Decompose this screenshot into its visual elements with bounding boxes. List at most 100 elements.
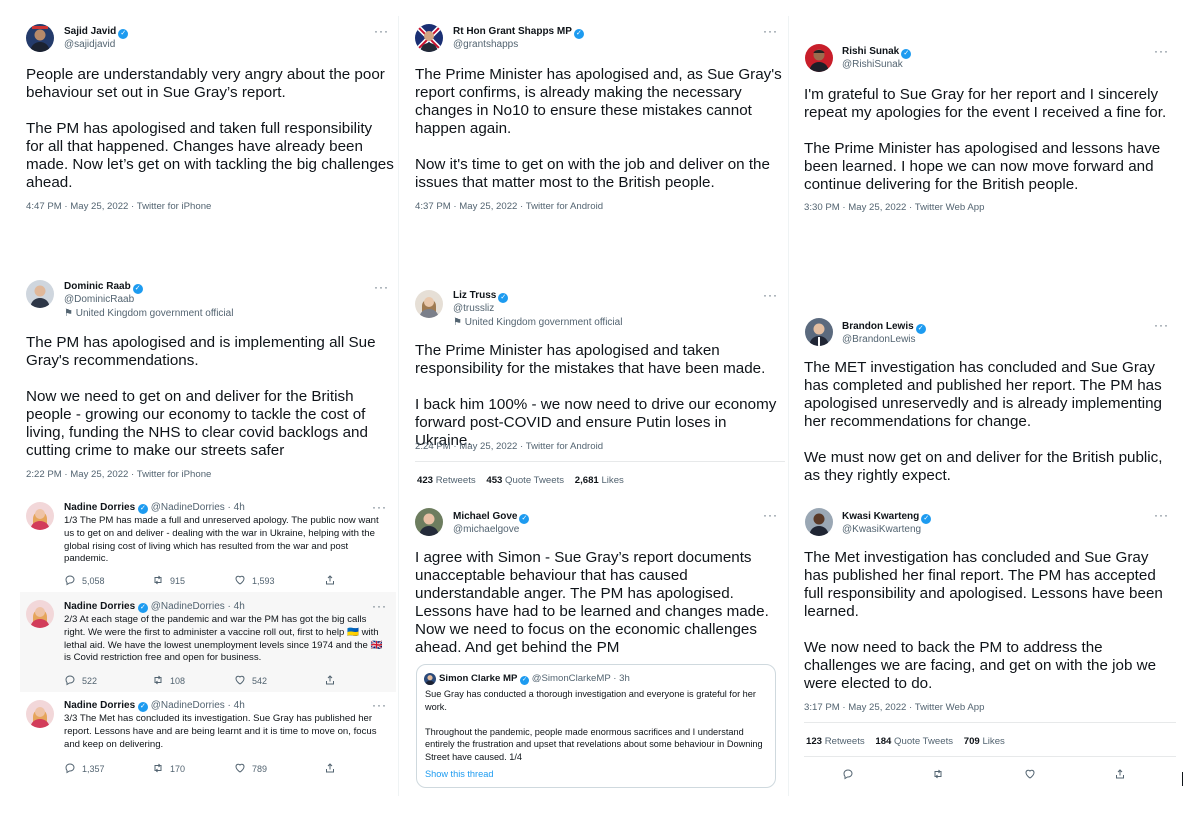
display-name[interactable]: Nadine Dorries [64, 601, 135, 612]
retweet-count[interactable]: 423 Retweets [417, 475, 476, 486]
tweet-text: 2/3 At each stage of the pandemic and wa… [64, 614, 383, 664]
avatar[interactable] [26, 280, 54, 308]
quoted-tweet[interactable]: Simon Clarke MP ✓ @SimonClarkeMP · 3h Su… [416, 664, 776, 788]
share-button[interactable] [1114, 768, 1132, 780]
reply-count: 522 [82, 676, 98, 686]
tweet-timestamp[interactable]: 2:24 PM · May 25, 2022 · Twitter for And… [415, 441, 603, 452]
tweet-truss[interactable]: Liz Truss ✓ @trussliz ⚑ United Kingdom go… [405, 286, 785, 492]
more-options-icon[interactable]: ··· [372, 599, 387, 613]
more-options-icon[interactable]: ··· [374, 280, 389, 294]
tweet-text: The Prime Minister has apologised and ta… [415, 342, 777, 449]
share-button[interactable] [324, 762, 342, 774]
retweet-icon [152, 674, 164, 686]
tweet-timestamp[interactable]: 4:47 PM · May 25, 2022 · Twitter for iPh… [26, 201, 211, 212]
tweet-sunak[interactable]: Rishi Sunak ✓ @RishiSunak ··· I'm gratefu… [794, 38, 1178, 222]
avatar[interactable] [415, 24, 443, 52]
avatar[interactable] [26, 24, 54, 52]
quote-count[interactable]: 184 Quote Tweets [875, 736, 953, 747]
more-options-icon[interactable]: ··· [763, 288, 778, 302]
username[interactable]: @NadineDorries · 4h [151, 700, 245, 711]
quoted-author[interactable]: Simon Clarke MP ✓ @SimonClarkeMP · 3h [439, 673, 630, 685]
display-name[interactable]: Sajid Javid ✓ [64, 26, 129, 39]
tweet-timestamp[interactable]: 2:22 PM · May 25, 2022 · Twitter for iPh… [26, 469, 211, 480]
like-button[interactable]: 789 [234, 762, 267, 774]
display-name[interactable]: Dominic Raab ✓ [64, 281, 143, 294]
avatar[interactable] [415, 290, 443, 318]
more-options-icon[interactable]: ··· [1154, 508, 1169, 522]
like-count[interactable]: 709 Likes [964, 736, 1005, 747]
reply-button[interactable] [842, 768, 860, 780]
username[interactable]: @BrandonLewis [842, 334, 916, 345]
show-thread-link[interactable]: Show this thread [425, 769, 493, 779]
tweet-javid[interactable]: Sajid Javid ✓ @sajidjavid ··· People are … [16, 18, 394, 222]
like-button[interactable]: 1,593 [234, 574, 275, 586]
more-options-icon[interactable]: ··· [374, 24, 389, 38]
username[interactable]: @RishiSunak [842, 59, 903, 70]
tweet-actions: 5,058 915 1,593 [64, 574, 364, 590]
reply-button[interactable]: 522 [64, 674, 97, 686]
tweet-stats: 423 Retweets 453 Quote Tweets 2,681 Like… [417, 475, 624, 486]
display-name[interactable]: Rishi Sunak ✓ [842, 46, 912, 59]
like-button[interactable]: 542 [234, 674, 267, 686]
tweet-actions: 522 108 542 [64, 674, 364, 690]
tweet-timestamp[interactable]: 3:17 PM · May 25, 2022 · Twitter Web App [804, 702, 984, 713]
share-button[interactable] [324, 674, 342, 686]
thread-tweet[interactable]: Nadine Dorries ✓ @NadineDorries · 4h ···… [20, 692, 396, 784]
display-name[interactable]: Liz Truss ✓ [453, 290, 509, 303]
like-button[interactable] [1024, 768, 1042, 780]
avatar[interactable] [415, 508, 443, 536]
tweet-text: People are understandably very angry abo… [26, 66, 394, 191]
more-options-icon[interactable]: ··· [1154, 44, 1169, 58]
username[interactable]: @KwasiKwarteng [842, 524, 921, 535]
avatar[interactable] [26, 502, 54, 530]
display-name[interactable]: Nadine Dorries [64, 502, 135, 513]
reply-button[interactable]: 1,357 [64, 762, 105, 774]
retweet-icon [932, 768, 944, 780]
avatar[interactable] [805, 318, 833, 346]
quote-count[interactable]: 453 Quote Tweets [486, 475, 564, 486]
username[interactable]: @NadineDorries · 4h [151, 502, 245, 513]
display-name[interactable]: Michael Gove ✓ [453, 511, 530, 524]
reply-button[interactable]: 5,058 [64, 574, 105, 586]
avatar[interactable] [805, 44, 833, 72]
username[interactable]: @DominicRaab [64, 294, 134, 305]
tweet-timestamp[interactable]: 4:37 PM · May 25, 2022 · Twitter for And… [415, 201, 603, 212]
tweet-raab[interactable]: Dominic Raab ✓ @DominicRaab ⚑ United King… [16, 278, 394, 486]
tweet-shapps[interactable]: Rt Hon Grant Shapps MP ✓ @grantshapps ···… [405, 18, 783, 222]
share-button[interactable] [324, 574, 342, 586]
retweet-button[interactable] [932, 768, 950, 780]
tweet-timestamp[interactable]: 3:30 PM · May 25, 2022 · Twitter Web App [804, 202, 984, 213]
verified-badge-icon: ✓ [520, 676, 530, 685]
tweet-gove[interactable]: Michael Gove ✓ @michaelgove ··· I agree w… [405, 502, 783, 662]
like-icon [234, 674, 246, 686]
username[interactable]: @NadineDorries · 4h [151, 601, 245, 612]
more-options-icon[interactable]: ··· [1154, 318, 1169, 332]
tweet-kwarteng[interactable]: Kwasi Kwarteng ✓ @KwasiKwarteng ··· The M… [794, 502, 1178, 796]
more-options-icon[interactable]: ··· [763, 24, 778, 38]
like-count[interactable]: 2,681 Likes [575, 475, 624, 486]
more-options-icon[interactable]: ··· [372, 698, 387, 712]
avatar[interactable] [424, 673, 436, 685]
display-name[interactable]: Brandon Lewis ✓ [842, 321, 926, 334]
retweet-icon [152, 574, 164, 586]
avatar[interactable] [26, 600, 54, 628]
display-name[interactable]: Kwasi Kwarteng ✓ [842, 511, 932, 524]
username[interactable]: @grantshapps [453, 39, 518, 50]
more-options-icon[interactable]: ··· [372, 500, 387, 514]
display-name[interactable]: Nadine Dorries [64, 700, 135, 711]
avatar[interactable] [26, 700, 54, 728]
retweet-button[interactable]: 170 [152, 762, 185, 774]
more-options-icon[interactable]: ··· [763, 508, 778, 522]
retweet-count[interactable]: 123 Retweets [806, 736, 865, 747]
thread-tweet[interactable]: Nadine Dorries ✓ @NadineDorries · 4h ···… [20, 494, 396, 592]
avatar[interactable] [805, 508, 833, 536]
share-icon [324, 762, 336, 774]
display-name[interactable]: Rt Hon Grant Shapps MP ✓ [453, 26, 584, 39]
tweet-lewis[interactable]: Brandon Lewis ✓ @BrandonLewis ··· The MET… [794, 312, 1178, 492]
username[interactable]: @sajidjavid [64, 39, 115, 50]
thread-tweet[interactable]: Nadine Dorries ✓ @NadineDorries · 4h ···… [20, 592, 396, 692]
username[interactable]: @trussliz [453, 303, 494, 314]
username[interactable]: @michaelgove [453, 524, 519, 535]
retweet-button[interactable]: 915 [152, 574, 185, 586]
retweet-button[interactable]: 108 [152, 674, 185, 686]
